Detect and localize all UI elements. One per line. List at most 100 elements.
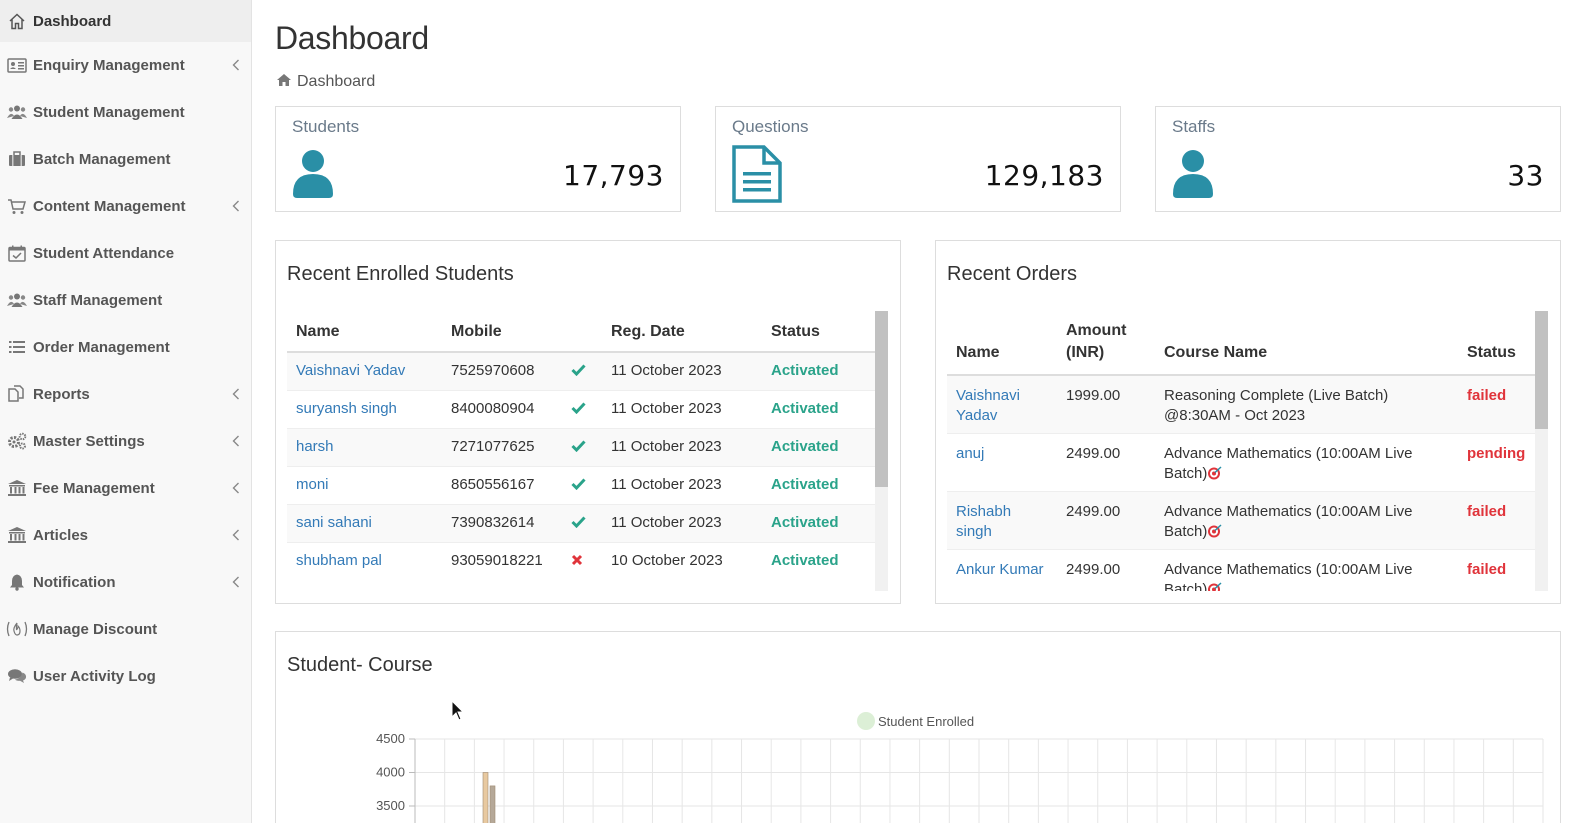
check-icon — [571, 364, 586, 377]
id-card-icon — [0, 57, 33, 73]
scrollbar-thumb[interactable] — [1535, 311, 1548, 429]
verified-cell — [562, 465, 602, 504]
orders-table: Name Amount (INR) Course Name Status Vaishna… — [947, 311, 1535, 591]
scrollbar[interactable] — [1535, 311, 1548, 591]
status-badge: failed — [1458, 374, 1535, 433]
student-name-link[interactable]: suryansh singh — [287, 389, 442, 428]
amount-cell: 2499.00 — [1057, 490, 1155, 549]
order-name-link[interactable]: Vaishnavi Yadav — [947, 374, 1057, 433]
recent-enrolled-panel: Recent Enrolled Students Name Mobile Reg. … — [275, 240, 901, 604]
status-badge: Activated — [762, 389, 877, 428]
status-badge: Activated — [762, 351, 877, 390]
cross-icon — [571, 554, 583, 565]
date-cell: 11 October 2023 — [602, 389, 762, 428]
sidebar-item-enquiry-management[interactable]: Enquiry Management — [0, 44, 251, 86]
chevron-left-icon — [221, 388, 251, 400]
sidebar-item-content-management[interactable]: Content Management — [0, 185, 251, 227]
column-header[interactable]: Status — [1458, 311, 1535, 376]
table-row: Vaishnavi Yadav 7525970608 11 October 2023… — [287, 351, 877, 390]
student-course-chart: Student Enrolled 3500 4000 4500 — [376, 712, 1544, 823]
sidebar-item-notification[interactable]: Notification — [0, 561, 251, 603]
column-header[interactable]: Status — [762, 311, 877, 353]
stat-value: 129,183 — [984, 159, 1104, 192]
student-name-link[interactable]: harsh — [287, 427, 442, 466]
sidebar-item-label: Content Management — [33, 197, 186, 215]
stat-card-students[interactable]: Students 17,793 — [275, 106, 681, 212]
column-header[interactable]: Amount (INR) — [1057, 311, 1155, 376]
date-cell: 11 October 2023 — [602, 503, 762, 542]
check-icon — [571, 401, 586, 414]
order-name-link[interactable]: Rishabh singh — [947, 490, 1057, 549]
cart-icon — [0, 198, 33, 215]
table-row: anuj 2499.00 Advance Mathematics (10:00AM … — [947, 432, 1535, 491]
order-name-link[interactable]: anuj — [947, 432, 1057, 491]
status-badge: failed — [1458, 490, 1535, 549]
scrollbar[interactable] — [875, 311, 888, 591]
users-icon — [0, 292, 33, 308]
panel-title: Recent Orders — [947, 263, 1078, 285]
sidebar-item-staff-management[interactable]: Staff Management — [0, 279, 251, 321]
sidebar-item-articles[interactable]: Articles — [0, 514, 251, 556]
mobile-cell: 93059018221 — [442, 541, 562, 580]
student-name-link[interactable]: Vaishnavi Yadav — [287, 351, 442, 390]
mobile-cell: 7525970608 — [442, 351, 562, 390]
sidebar: Dashboard Enquiry Management Student Manag… — [0, 0, 252, 823]
student-name-link[interactable]: shubham pal — [287, 541, 442, 580]
sidebar-item-master-settings[interactable]: Master Settings — [0, 420, 251, 462]
sidebar-item-order-management[interactable]: Order Management — [0, 326, 251, 368]
column-header[interactable]: Name — [947, 311, 1057, 376]
breadcrumb: Dashboard — [277, 73, 375, 91]
course-name: Reasoning Complete (Live Batch) @8:30AM … — [1164, 387, 1389, 424]
column-header[interactable]: Course Name — [1155, 311, 1458, 376]
status-badge: pending — [1458, 432, 1535, 491]
amount-cell: 2499.00 — [1057, 432, 1155, 491]
sidebar-item-label: Staff Management — [33, 291, 163, 309]
sidebar-item-label: Student Attendance — [33, 244, 175, 262]
course-name: Advance Mathematics (10:00AM Live Batch) — [1164, 444, 1413, 482]
bar[interactable] — [482, 772, 489, 823]
sidebar-item-manage-discount[interactable]: Manage Discount — [0, 608, 251, 650]
verified-cell — [562, 503, 602, 542]
sidebar-item-dashboard[interactable]: Dashboard — [0, 0, 251, 42]
course-cell: Advance Mathematics (10:00AM Live Batch) — [1155, 548, 1458, 591]
sidebar-item-student-management[interactable]: Student Management — [0, 91, 251, 133]
column-header[interactable]: Mobile — [442, 311, 562, 353]
bar[interactable] — [489, 785, 496, 823]
sidebar-item-user-activity-log[interactable]: User Activity Log — [0, 655, 251, 697]
course-cell: Advance Mathematics (10:00AM Live Batch) — [1155, 490, 1458, 549]
column-header[interactable]: Reg. Date — [602, 311, 762, 353]
document-icon — [732, 145, 782, 208]
sidebar-item-label: Dashboard — [33, 12, 112, 30]
chevron-left-icon — [221, 59, 251, 71]
sidebar-item-reports[interactable]: Reports — [0, 373, 251, 415]
sidebar-item-label: Articles — [33, 526, 89, 544]
home-icon — [277, 73, 291, 91]
sidebar-item-batch-management[interactable]: Batch Management — [0, 138, 251, 180]
sidebar-item-label: Enquiry Management — [33, 56, 185, 74]
sidebar-item-label: Batch Management — [33, 150, 171, 168]
scrollbar-thumb[interactable] — [875, 311, 888, 487]
stat-card-questions[interactable]: Questions 129,183 — [715, 106, 1121, 212]
stat-title: Questions — [732, 117, 809, 136]
verified-cell — [562, 389, 602, 428]
column-header[interactable] — [562, 311, 602, 353]
mobile-cell: 8400080904 — [442, 389, 562, 428]
student-name-link[interactable]: sani sahani — [287, 503, 442, 542]
table-row: moni 8650556167 11 October 2023 Activated — [287, 465, 877, 504]
column-header[interactable]: Name — [287, 311, 442, 353]
date-cell: 10 October 2023 — [602, 541, 762, 580]
order-name-link[interactable]: Ankur Kumar — [947, 548, 1057, 591]
stat-card-staffs[interactable]: Staffs 33 — [1155, 106, 1561, 212]
table-row: shubham pal 93059018221 10 October 2023 Act… — [287, 541, 877, 580]
bell-icon — [0, 573, 33, 591]
sidebar-item-student-attendance[interactable]: Student Attendance — [0, 232, 251, 274]
mobile-cell: 8650556167 — [442, 465, 562, 504]
student-name-link[interactable]: moni — [287, 465, 442, 504]
student-course-panel: Student- Course Student Enrolled 3500 4000… — [275, 631, 1561, 823]
check-icon — [571, 477, 586, 490]
status-badge: Activated — [762, 427, 877, 466]
breadcrumb-item[interactable]: Dashboard — [297, 73, 375, 91]
date-cell: 11 October 2023 — [602, 351, 762, 390]
amount-cell: 1999.00 — [1057, 374, 1155, 433]
sidebar-item-fee-management[interactable]: Fee Management — [0, 467, 251, 509]
